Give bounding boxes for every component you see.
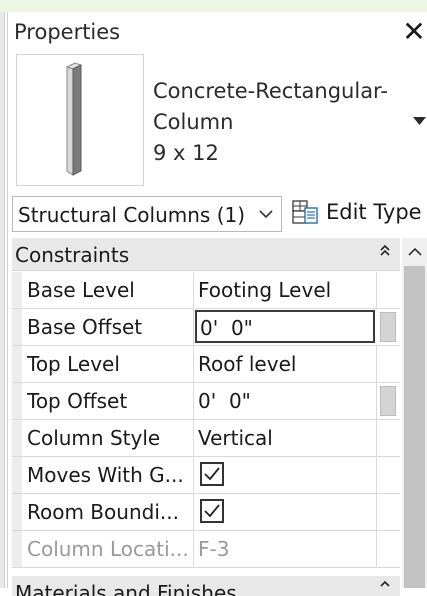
top-strip xyxy=(0,0,427,12)
checkmark-icon xyxy=(204,504,220,518)
property-name: Base Offset xyxy=(27,315,143,339)
column-divider xyxy=(376,494,377,530)
property-value: F-3 xyxy=(198,537,230,561)
panel-left-border xyxy=(0,12,5,588)
section-header-constraints[interactable]: Constraints xyxy=(12,238,400,271)
type-name-line-1: Concrete-Rectangular- xyxy=(153,79,388,103)
row-gutter xyxy=(12,494,22,530)
instance-filter-value: Structural Columns (1) xyxy=(18,203,246,227)
property-value[interactable]: Footing Level xyxy=(198,276,374,304)
edit-type-button[interactable]: Edit Type xyxy=(290,196,427,230)
column-divider xyxy=(193,494,194,530)
column-divider xyxy=(193,457,194,493)
property-name: Column Style xyxy=(27,426,161,450)
row-gutter xyxy=(12,309,22,345)
collapse-icon[interactable] xyxy=(378,244,392,258)
value-spinner[interactable] xyxy=(380,312,396,342)
edit-type-icon xyxy=(292,200,318,224)
type-name-line-3: 9 x 12 xyxy=(153,141,219,165)
scrollbar-thumb[interactable] xyxy=(404,266,425,588)
instance-filter-dropdown[interactable]: Structural Columns (1) xyxy=(12,196,282,232)
edit-type-label: Edit Type xyxy=(326,200,422,224)
property-value: 0' 0" xyxy=(200,316,253,340)
row-gutter xyxy=(12,457,22,493)
property-name: Top Level xyxy=(27,352,120,376)
property-row-base-level[interactable]: Base Level Footing Level xyxy=(12,272,400,309)
property-name: Top Offset xyxy=(27,389,128,413)
base-offset-input[interactable]: 0' 0" xyxy=(195,310,375,343)
column-divider xyxy=(376,420,377,456)
column-divider xyxy=(193,531,194,567)
row-gutter xyxy=(12,272,22,308)
close-icon[interactable]: ✕ xyxy=(401,14,427,50)
property-row-base-offset[interactable]: Base Offset 0' 0" xyxy=(12,309,400,346)
column-divider xyxy=(376,346,377,382)
column-3d-icon xyxy=(65,62,83,176)
column-divider xyxy=(376,457,377,493)
property-value[interactable]: 0' 0" xyxy=(198,387,374,415)
property-row-column-style[interactable]: Column Style Vertical xyxy=(12,420,400,457)
property-name: Moves With G... xyxy=(27,463,184,487)
row-gutter xyxy=(12,383,22,419)
scroll-up-icon[interactable] xyxy=(407,246,423,258)
property-row-room-bounding[interactable]: Room Boundi... xyxy=(12,494,400,531)
vertical-scrollbar[interactable] xyxy=(402,238,427,588)
column-divider xyxy=(193,420,194,456)
row-gutter xyxy=(12,531,22,567)
property-row-column-location: Column Locati... F-3 xyxy=(12,531,400,568)
panel-left-divider xyxy=(7,12,8,588)
column-divider xyxy=(193,346,194,382)
chevron-down-icon xyxy=(259,210,273,219)
section-label: Constraints xyxy=(15,243,130,267)
property-row-top-level[interactable]: Top Level Roof level xyxy=(12,346,400,383)
type-dropdown-arrow-icon[interactable] xyxy=(412,114,427,128)
column-divider xyxy=(193,272,194,308)
property-value[interactable]: Vertical xyxy=(198,424,374,452)
property-rows: Base Level Footing Level Base Offset 0' … xyxy=(12,272,400,568)
property-row-top-offset[interactable]: Top Offset 0' 0" xyxy=(12,383,400,420)
column-divider xyxy=(193,383,194,419)
type-name[interactable]: Concrete-Rectangular- Column 9 x 12 xyxy=(153,76,388,169)
column-divider xyxy=(376,531,377,567)
property-name: Column Locati... xyxy=(27,537,189,561)
row-gutter xyxy=(12,346,22,382)
column-divider xyxy=(193,309,194,345)
section-header-materials[interactable]: Materials and Finishes xyxy=(12,576,400,596)
checkmark-icon xyxy=(204,467,220,481)
properties-grid: Constraints Base Level Footing Level Bas… xyxy=(12,238,400,596)
column-divider xyxy=(376,272,377,308)
type-name-line-2: Column xyxy=(153,110,234,134)
property-name: Room Boundi... xyxy=(27,500,179,524)
property-name: Base Level xyxy=(27,278,135,302)
collapse-icon[interactable] xyxy=(378,580,392,594)
property-row-moves-with-grids[interactable]: Moves With G... xyxy=(12,457,400,494)
panel-title: Properties xyxy=(14,20,121,44)
room-bounding-checkbox[interactable] xyxy=(200,499,224,523)
type-thumbnail[interactable] xyxy=(16,54,144,186)
row-gutter xyxy=(12,420,22,456)
property-value[interactable]: Roof level xyxy=(198,350,374,378)
value-spinner[interactable] xyxy=(380,386,396,416)
column-divider xyxy=(376,383,377,419)
moves-with-grids-checkbox[interactable] xyxy=(200,462,224,486)
